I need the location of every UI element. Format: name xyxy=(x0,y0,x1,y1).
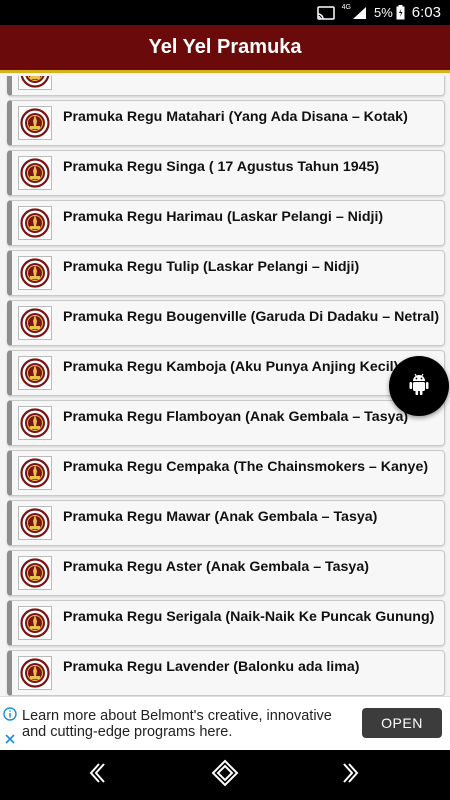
close-ad-icon[interactable] xyxy=(4,732,16,750)
pramuka-logo-icon xyxy=(18,556,52,590)
list-item[interactable]: Pramuka Regu Matahari (Yang Ada Disana –… xyxy=(7,100,445,146)
recents-button[interactable] xyxy=(336,760,366,790)
list-item-label: Pramuka Regu Bougenville (Garuda Di Dada… xyxy=(63,309,440,325)
status-bar: 4G 5% 6:03 xyxy=(0,0,450,25)
list-item-label: Pramuka Regu Serigala (Naik-Naik Ke Punc… xyxy=(63,609,435,625)
list-item[interactable]: Pramuka Regu Singa ( 17 Agustus Tahun 19… xyxy=(7,150,445,196)
ad-text[interactable]: Learn more about Belmont's creative, inn… xyxy=(22,708,342,740)
list-item[interactable]: Pramuka Regu Melati (Kereta Api) xyxy=(7,76,445,96)
list-item-label: Pramuka Regu Flamboyan (Anak Gembala – T… xyxy=(63,409,409,425)
pramuka-logo-icon xyxy=(18,606,52,640)
list-item[interactable]: Pramuka Regu Mawar (Anak Gembala – Tasya… xyxy=(7,500,445,546)
pramuka-logo-icon xyxy=(18,656,52,690)
battery-percent: 5% xyxy=(374,5,393,20)
forward-chevrons-icon xyxy=(341,761,361,790)
song-list[interactable]: Pramuka Regu Melati (Kereta Api) Pramuka … xyxy=(0,76,450,696)
list-item-label: Pramuka Regu Kamboja (Aku Punya Anjing K… xyxy=(63,359,399,375)
list-item[interactable]: Pramuka Regu Lavender (Balonku ada lima) xyxy=(7,650,445,696)
pramuka-logo-icon xyxy=(18,106,52,140)
ad-choices[interactable] xyxy=(2,707,18,750)
back-button[interactable] xyxy=(82,760,112,790)
pramuka-logo-icon xyxy=(18,356,52,390)
info-icon[interactable] xyxy=(3,707,17,726)
list-item-label: Pramuka Regu Matahari (Yang Ada Disana –… xyxy=(63,109,408,125)
home-button[interactable] xyxy=(210,759,240,792)
list-item[interactable]: Pramuka Regu Harimau (Laskar Pelangi – N… xyxy=(7,200,445,246)
list-item-label: Pramuka Regu Singa ( 17 Agustus Tahun 19… xyxy=(63,159,380,175)
list-item[interactable]: Pramuka Regu Aster (Anak Gembala – Tasya… xyxy=(7,550,445,596)
pramuka-logo-icon xyxy=(18,406,52,440)
signal-icon: 4G xyxy=(341,4,367,20)
ad-banner[interactable]: Learn more about Belmont's creative, inn… xyxy=(0,696,450,750)
pramuka-logo-icon xyxy=(18,156,52,190)
home-diamond-icon xyxy=(211,759,239,792)
list-item[interactable]: Pramuka Regu Cempaka (The Chainsmokers –… xyxy=(7,450,445,496)
list-item[interactable]: Pramuka Regu Kamboja (Aku Punya Anjing K… xyxy=(7,350,445,396)
battery-icon xyxy=(396,5,405,20)
pramuka-logo-icon xyxy=(18,306,52,340)
song-list-inner: Pramuka Regu Melati (Kereta Api) Pramuka … xyxy=(0,76,450,696)
list-item[interactable]: Pramuka Regu Bougenville (Garuda Di Dada… xyxy=(7,300,445,346)
list-item[interactable]: Pramuka Regu Tulip (Laskar Pelangi – Nid… xyxy=(7,250,445,296)
pramuka-logo-icon xyxy=(18,456,52,490)
pramuka-logo-icon xyxy=(18,506,52,540)
screen: 4G 5% 6:03 Yel Yel Pramuka Pramuka Regu … xyxy=(0,0,450,800)
app-title: Yel Yel Pramuka xyxy=(148,36,302,58)
list-item-label: Pramuka Regu Mawar (Anak Gembala – Tasya… xyxy=(63,509,378,525)
list-item[interactable]: Pramuka Regu Flamboyan (Anak Gembala – T… xyxy=(7,400,445,446)
list-item-label: Pramuka Regu Aster (Anak Gembala – Tasya… xyxy=(63,559,369,575)
list-item-label: Pramuka Regu Harimau (Laskar Pelangi – N… xyxy=(63,209,384,225)
list-item-label: Pramuka Regu Lavender (Balonku ada lima) xyxy=(63,659,360,675)
list-item-label: Pramuka Regu Tulip (Laskar Pelangi – Nid… xyxy=(63,259,360,275)
android-fab[interactable] xyxy=(389,356,449,416)
pramuka-logo-icon xyxy=(18,76,52,90)
back-chevrons-icon xyxy=(87,761,107,790)
list-item[interactable]: Pramuka Regu Serigala (Naik-Naik Ke Punc… xyxy=(7,600,445,646)
pramuka-logo-icon xyxy=(18,256,52,290)
pramuka-logo-icon xyxy=(18,206,52,240)
android-icon xyxy=(408,372,430,401)
ad-open-button[interactable]: OPEN xyxy=(362,708,442,738)
cast-icon xyxy=(316,5,335,20)
list-item-label: Pramuka Regu Cempaka (The Chainsmokers –… xyxy=(63,459,429,475)
navigation-bar xyxy=(0,750,450,800)
clock: 6:03 xyxy=(411,4,441,21)
app-bar: Yel Yel Pramuka xyxy=(0,25,450,73)
network-type: 4G xyxy=(341,4,351,11)
